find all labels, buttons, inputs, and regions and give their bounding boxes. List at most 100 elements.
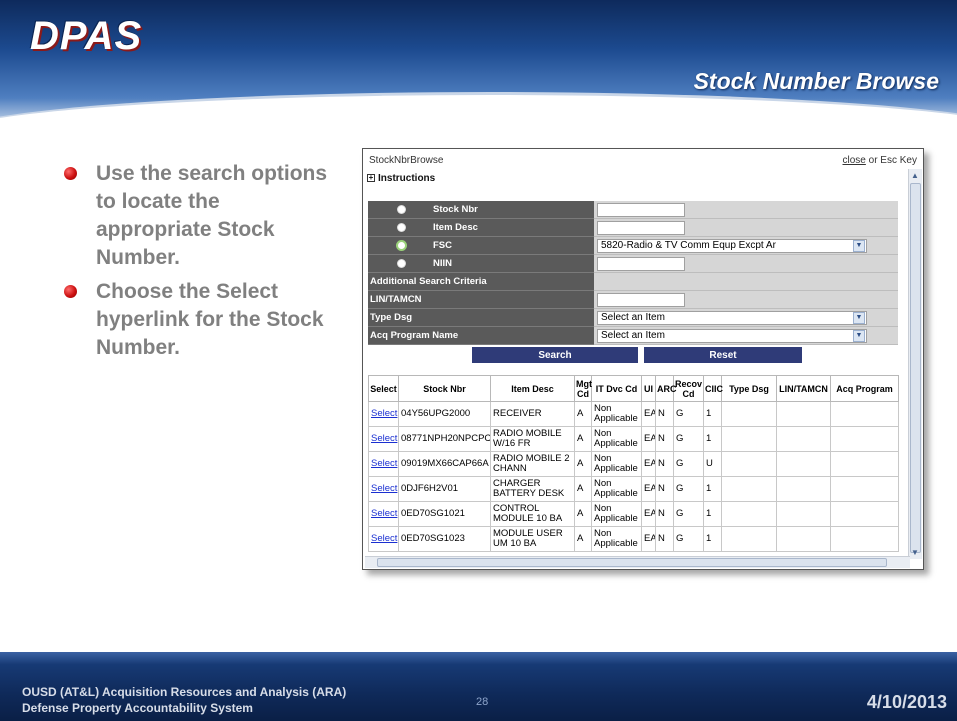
- select-link[interactable]: Select: [371, 483, 397, 494]
- select-link[interactable]: Select: [371, 533, 397, 544]
- footer-date: 4/10/2013: [866, 692, 947, 712]
- select-link[interactable]: Select: [371, 408, 397, 419]
- chevron-down-icon[interactable]: ▼: [853, 311, 865, 324]
- table-cell: [830, 526, 899, 552]
- table-cell: RADIO MOBILE 2 CHANN: [490, 451, 575, 477]
- table-cell: EA: [641, 451, 656, 477]
- bullet-text: Use the search options to locate the app…: [96, 162, 328, 269]
- table-cell: [830, 476, 899, 502]
- column-header: Select: [368, 375, 399, 402]
- stock-nbr-browse-window: StockNbrBrowse close or Esc Key + Instru…: [362, 148, 924, 570]
- table-cell: EA: [641, 476, 656, 502]
- window-titlebar: StockNbrBrowse close or Esc Key: [363, 149, 923, 171]
- slide-footer: OUSD (AT&L) Acquisition Resources and An…: [0, 652, 957, 721]
- table-cell: [721, 501, 777, 527]
- bullet-item: Use the search options to locate the app…: [64, 160, 334, 272]
- column-header[interactable]: ARC: [655, 375, 677, 402]
- table-row: Select 04Y56UPG2000 RECEIVER A Non Appli…: [368, 401, 899, 427]
- stock-nbr-label: Stock Nbr: [433, 204, 478, 215]
- table-cell: 0DJF6H2V01: [398, 476, 491, 502]
- column-header[interactable]: CIIC: [703, 375, 723, 402]
- table-cell: N: [655, 451, 674, 477]
- acq-program-label: Acq Program Name: [368, 327, 594, 345]
- select-link[interactable]: Select: [371, 433, 397, 444]
- fsc-select[interactable]: 5820-Radio & TV Comm Equp Excpt Ar ▼: [597, 238, 867, 253]
- stock-nbr-input[interactable]: [597, 202, 685, 217]
- column-header[interactable]: Mgt Cd: [574, 375, 592, 402]
- table-cell: CONTROL MODULE 10 BA: [490, 501, 575, 527]
- stock-nbr-radio[interactable]: [398, 206, 405, 213]
- vertical-scrollbar[interactable]: ▲ ▼: [908, 169, 922, 559]
- column-header[interactable]: Acq Program: [830, 375, 899, 402]
- select-link[interactable]: Select: [371, 458, 397, 469]
- table-cell: N: [655, 501, 674, 527]
- table-cell: U: [703, 451, 722, 477]
- fsc-row: FSC 5820-Radio & TV Comm Equp Excpt Ar ▼: [368, 237, 898, 255]
- select-link[interactable]: Select: [371, 508, 397, 519]
- table-cell: [830, 426, 899, 452]
- table-cell: Non Applicable: [591, 501, 642, 527]
- acq-program-select-value: Select an Item: [601, 330, 665, 341]
- fsc-select-value: 5820-Radio & TV Comm Equp Excpt Ar: [601, 240, 776, 251]
- type-dsg-select-value: Select an Item: [601, 312, 665, 323]
- niin-radio[interactable]: [398, 260, 405, 267]
- expand-plus-icon[interactable]: +: [367, 174, 375, 182]
- table-cell: N: [655, 426, 674, 452]
- fsc-radio[interactable]: [398, 242, 405, 249]
- table-cell: 1: [703, 501, 722, 527]
- column-header[interactable]: LIN/TAMCN: [776, 375, 831, 402]
- table-cell: [776, 451, 831, 477]
- additional-criteria-label: Additional Search Criteria: [368, 273, 594, 291]
- instructions-toggle[interactable]: + Instructions: [363, 171, 923, 185]
- table-cell: 1: [703, 476, 722, 502]
- type-dsg-select[interactable]: Select an Item ▼: [597, 310, 867, 325]
- table-cell: [721, 451, 777, 477]
- chevron-down-icon[interactable]: ▼: [853, 329, 865, 342]
- item-desc-label: Item Desc: [433, 222, 478, 233]
- table-cell: [776, 526, 831, 552]
- button-row: Search Reset: [368, 347, 898, 363]
- bullet-item: Choose the Select hyperlink for the Stoc…: [64, 278, 334, 362]
- table-cell: RADIO MOBILE W/16 FR: [490, 426, 575, 452]
- column-header[interactable]: UI: [641, 375, 656, 402]
- item-desc-row: Item Desc: [368, 219, 898, 237]
- footer-org-line: OUSD (AT&L) Acquisition Resources and An…: [22, 685, 347, 699]
- slide-title: Stock Number Browse: [693, 68, 939, 94]
- table-row: Select 0DJF6H2V01 CHARGER BATTERY DESK A…: [368, 476, 899, 502]
- table-cell: Non Applicable: [591, 401, 642, 427]
- table-cell: 1: [703, 426, 722, 452]
- reset-button[interactable]: Reset: [644, 347, 802, 363]
- table-cell: 1: [703, 526, 722, 552]
- scroll-up-icon[interactable]: ▲: [911, 171, 919, 180]
- column-header[interactable]: Type Dsg: [721, 375, 777, 402]
- close-link[interactable]: close: [843, 155, 866, 166]
- horizontal-scrollbar[interactable]: [365, 556, 910, 568]
- column-header[interactable]: IT Dvc Cd: [591, 375, 642, 402]
- search-button[interactable]: Search: [472, 347, 638, 363]
- niin-input[interactable]: [597, 256, 685, 271]
- type-dsg-row: Type Dsg Select an Item ▼: [368, 309, 898, 327]
- chevron-down-icon[interactable]: ▼: [853, 239, 865, 252]
- scroll-down-icon[interactable]: ▼: [911, 548, 919, 557]
- item-desc-radio[interactable]: [398, 224, 405, 231]
- acq-program-select[interactable]: Select an Item ▼: [597, 328, 867, 343]
- item-desc-input[interactable]: [597, 220, 685, 235]
- scroll-thumb[interactable]: [910, 183, 921, 553]
- table-cell: RECEIVER: [490, 401, 575, 427]
- dpas-logo: DPAS: [30, 14, 143, 58]
- scroll-thumb[interactable]: [377, 558, 887, 567]
- column-header[interactable]: Item Desc: [490, 375, 575, 402]
- table-cell: 0ED70SG1021: [398, 501, 491, 527]
- table-cell: [721, 526, 777, 552]
- bullet-list: Use the search options to locate the app…: [64, 160, 334, 368]
- bullet-text: Choose the Select hyperlink for the Stoc…: [96, 280, 324, 359]
- column-header[interactable]: Recov Cd: [673, 375, 704, 402]
- window-title: StockNbrBrowse: [369, 154, 444, 166]
- column-header[interactable]: Stock Nbr: [398, 375, 491, 402]
- table-cell: [721, 426, 777, 452]
- table-cell: G: [673, 426, 704, 452]
- lin-tamcn-input[interactable]: [597, 292, 685, 307]
- fsc-label: FSC: [433, 240, 452, 251]
- table-row: Select 0ED70SG1023 MODULE USER UM 10 BA …: [368, 526, 899, 552]
- results-table: Select Stock Nbr Item Desc Mgt Cd IT Dvc…: [368, 375, 899, 552]
